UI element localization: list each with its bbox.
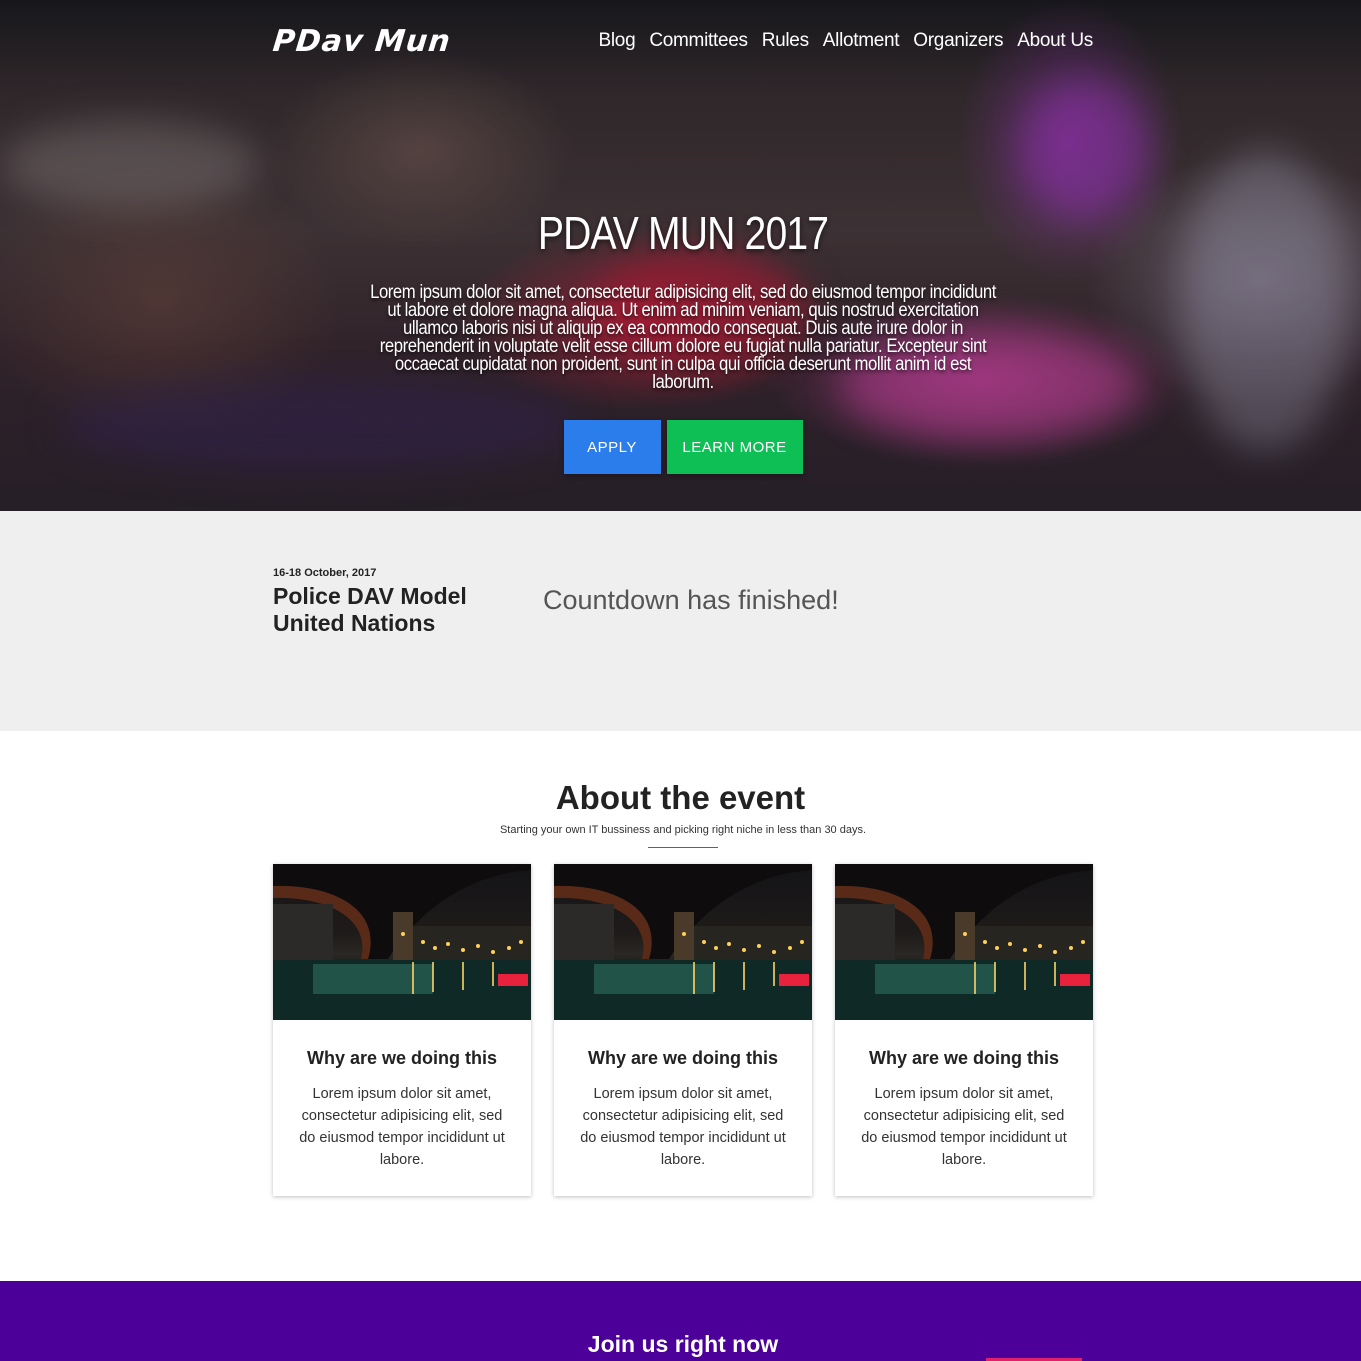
feature-cards: Why are we doing this Lorem ipsum dolor … xyxy=(273,864,1093,1196)
card-text: Lorem ipsum dolor sit amet, consectetur … xyxy=(861,1086,1067,1168)
about-subtitle: Starting your own IT bussiness and picki… xyxy=(499,824,867,836)
nav-item-organizers[interactable]: Organizers xyxy=(913,30,1003,52)
event-name: Police DAV Model United Nations xyxy=(273,583,467,636)
card-photo xyxy=(273,864,531,1020)
about-divider xyxy=(648,847,718,848)
card-title: Why are we doing this xyxy=(868,1048,1060,1068)
nav-item-blog[interactable]: Blog xyxy=(599,30,636,52)
card-photo xyxy=(835,864,1093,1020)
learn-more-button[interactable]: LEARN MORE xyxy=(666,420,803,474)
join-title: Join us right now xyxy=(587,1331,779,1357)
feature-card[interactable]: Why are we doing this Lorem ipsum dolor … xyxy=(835,864,1093,1196)
nav-item-rules[interactable]: Rules xyxy=(762,30,809,52)
card-title: Why are we doing this xyxy=(306,1048,498,1068)
feature-card[interactable]: Why are we doing this Lorem ipsum dolor … xyxy=(554,864,812,1196)
about-section: About the event Starting your own IT bus… xyxy=(0,731,1361,1281)
card-photo xyxy=(554,864,812,1020)
nav-item-allotment[interactable]: Allotment xyxy=(823,30,900,52)
hero-buttons: APPLY LEARN MORE xyxy=(320,420,1046,474)
about-title: About the event xyxy=(555,779,806,816)
nav-item-committees[interactable]: Committees xyxy=(649,30,748,52)
nav-menu: Blog Committees Rules Allotment Organize… xyxy=(599,30,1094,52)
countdown-message: Countdown has finished! xyxy=(543,585,839,615)
card-title: Why are we doing this xyxy=(587,1048,779,1068)
countdown-section: 16-18 October, 2017 Police DAV Model Uni… xyxy=(0,511,1361,731)
join-section: Join us right now xyxy=(0,1281,1361,1361)
feature-card[interactable]: Why are we doing this Lorem ipsum dolor … xyxy=(273,864,531,1196)
card-text: Lorem ipsum dolor sit amet, consectetur … xyxy=(299,1086,505,1168)
hero-content: PDAV MUN 2017 Lorem ipsum dolor sit amet… xyxy=(320,206,1046,474)
hero-section: PDav Mun Blog Committees Rules Allotment… xyxy=(0,0,1361,511)
nav-item-about-us[interactable]: About Us xyxy=(1017,30,1093,52)
apply-button[interactable]: APPLY xyxy=(563,420,661,474)
hero-title: PDAV MUN 2017 xyxy=(537,207,829,259)
night-canal-bridge-photo xyxy=(835,864,1093,1020)
top-navbar: PDav Mun Blog Committees Rules Allotment… xyxy=(271,0,1094,82)
hero-description: Lorem ipsum dolor sit amet, consectetur … xyxy=(370,282,996,393)
event-date: 16-18 October, 2017 xyxy=(273,567,377,579)
night-canal-bridge-photo xyxy=(273,864,531,1020)
card-text: Lorem ipsum dolor sit amet, consectetur … xyxy=(580,1086,786,1168)
site-logo[interactable]: PDav Mun xyxy=(271,24,452,59)
night-canal-bridge-photo xyxy=(554,864,812,1020)
